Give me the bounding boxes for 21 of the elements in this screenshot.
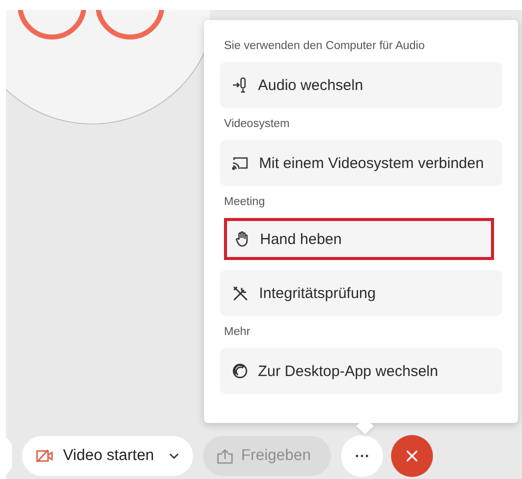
video-start-button[interactable]: Video starten	[22, 436, 194, 476]
menu-item[interactable]: Integritätsprüfung	[220, 270, 502, 316]
audio-switch-icon	[232, 77, 248, 93]
leave-button[interactable]	[390, 435, 433, 477]
chevron-down-icon	[169, 453, 180, 459]
hand-icon	[235, 231, 250, 247]
more-icon	[354, 454, 369, 458]
tools-icon	[232, 284, 249, 302]
video-off-icon	[36, 449, 54, 463]
menu-item[interactable]: Zur Desktop-App wechseln	[220, 348, 502, 394]
more-button[interactable]	[340, 435, 383, 477]
section-heading: Mehr	[224, 326, 252, 338]
close-icon	[406, 450, 418, 462]
section-heading: Sie verwenden den Computer für Audio	[224, 40, 426, 52]
cast-icon	[232, 156, 249, 170]
section-heading: Videosystem	[224, 118, 291, 130]
menu-item[interactable]: Mit einem Videosystem verbinden	[220, 140, 502, 186]
section-heading: Meeting	[224, 196, 266, 208]
menu-item[interactable]: Audio wechseln	[220, 62, 502, 108]
menu-item[interactable]: Hand heben	[224, 218, 494, 260]
share-icon	[217, 448, 234, 464]
